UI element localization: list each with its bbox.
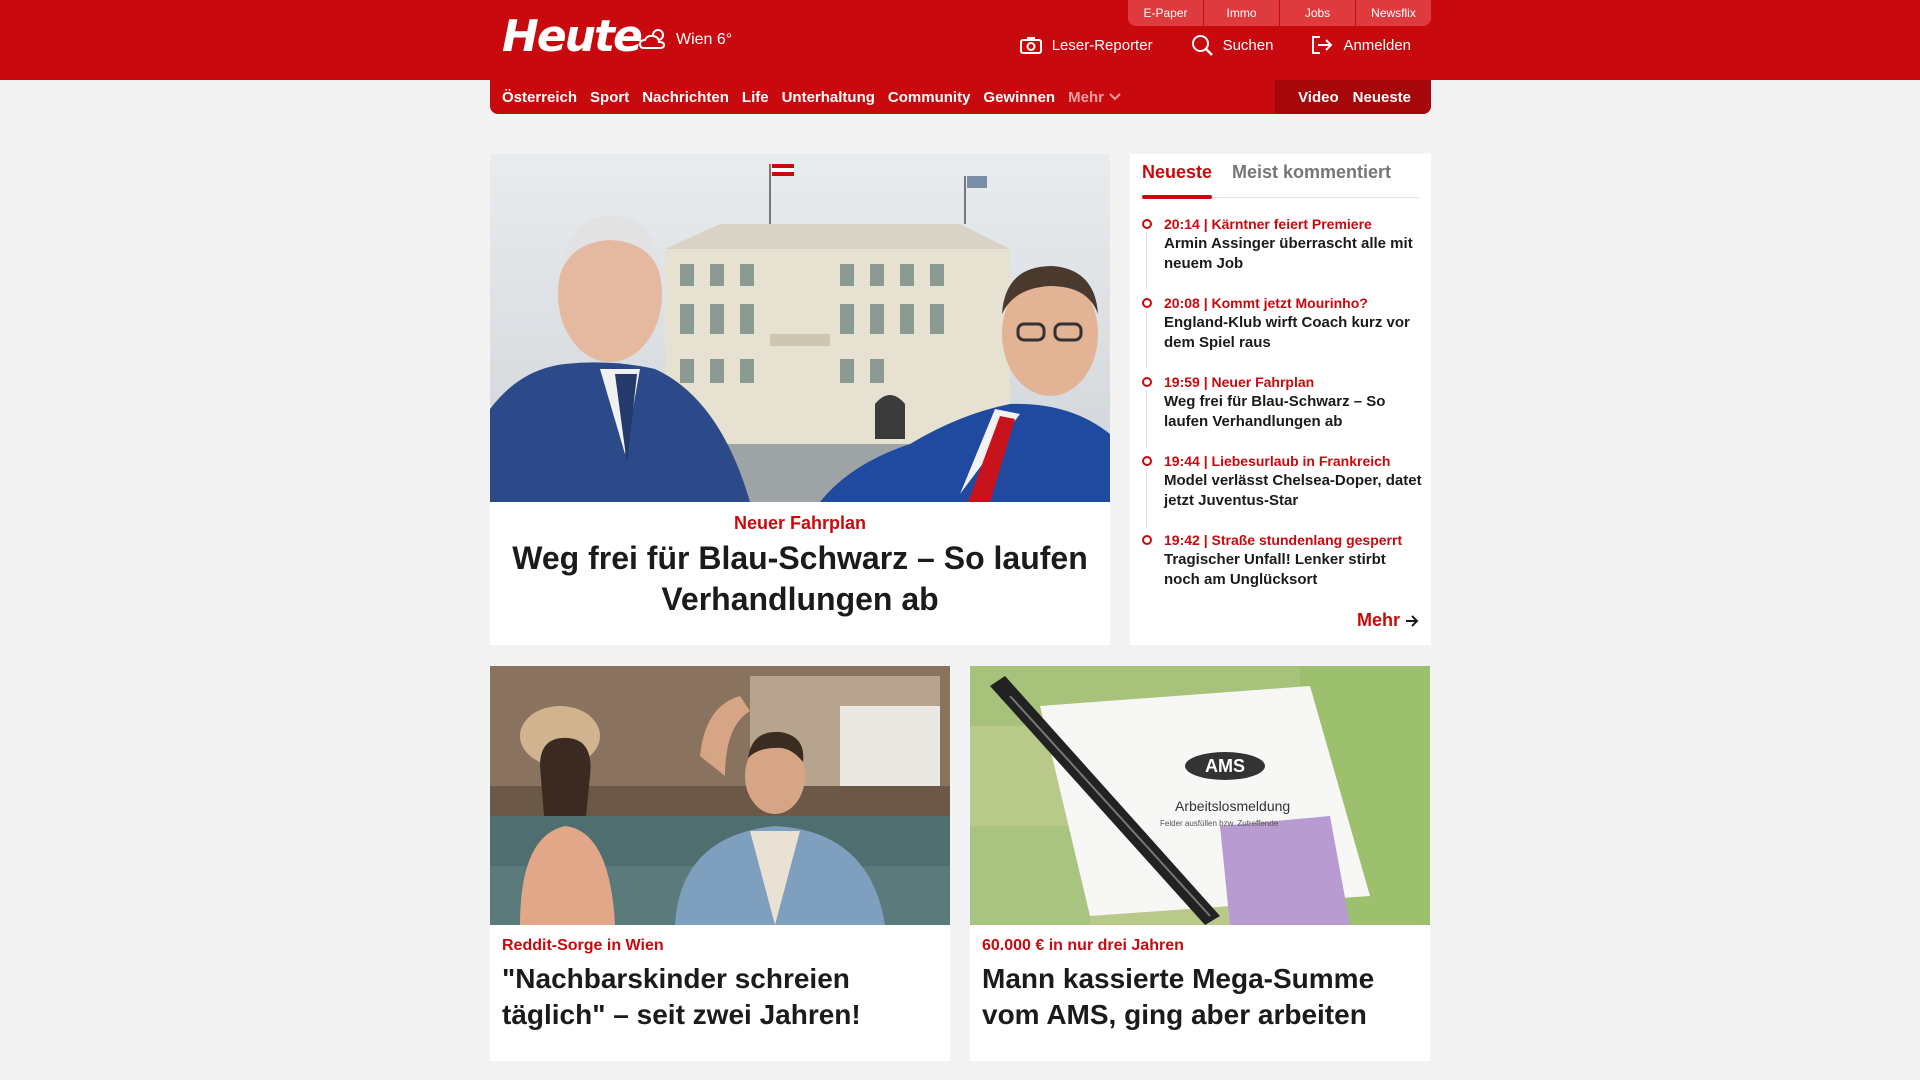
leser-reporter-button[interactable]: Leser-Reporter: [1019, 36, 1153, 54]
topbar-immo-link[interactable]: Immo: [1204, 0, 1279, 26]
arrow-right-icon: [1406, 614, 1419, 627]
timeline-dot: [1142, 456, 1152, 466]
neighbors-photo: [490, 666, 950, 925]
cloud-sun-icon: [638, 29, 666, 49]
card-kicker: 60.000 € in nur drei Jahren: [982, 937, 1184, 954]
list-item[interactable]: 19:44 | Liebesurlaub in Frankreich Model…: [1142, 451, 1422, 530]
nav-more-dropdown[interactable]: Mehr: [1068, 89, 1122, 106]
hero-photo: [490, 154, 1110, 502]
news-title: Weg frei für Blau-Schwarz – So laufen Ve…: [1164, 393, 1386, 430]
timeline-dot: [1142, 298, 1152, 308]
news-kicker: Liebesurlaub in Frankreich: [1211, 453, 1391, 469]
ams-logo-text: AMS: [1205, 756, 1245, 776]
search-button[interactable]: Suchen: [1191, 34, 1274, 56]
nav-item-gewinnen[interactable]: Gewinnen: [983, 89, 1055, 106]
ams-form-note: Felder ausfüllen bzw. Zutreffende: [1160, 819, 1279, 828]
timeline-line: [1146, 390, 1147, 448]
nav-item-nachrichten[interactable]: Nachrichten: [642, 89, 729, 106]
site-logo[interactable]: Heute: [502, 12, 643, 62]
list-item[interactable]: 19:59 | Neuer Fahrplan Weg frei für Blau…: [1142, 372, 1422, 451]
news-title: Model verlässt Chelsea-Doper, datet jetz…: [1164, 472, 1422, 509]
news-kicker: Kärntner feiert Premiere: [1211, 216, 1372, 232]
news-list: 20:14 | Kärntner feiert Premiere Armin A…: [1142, 214, 1422, 609]
news-title: England-Klub wirft Coach kurz vor dem Sp…: [1164, 314, 1410, 351]
nav-item-unterhaltung[interactable]: Unterhaltung: [782, 89, 875, 106]
nav-right: Video Neueste: [1275, 80, 1431, 114]
nav-neueste-link[interactable]: Neueste: [1353, 89, 1411, 106]
news-meta: 20:14 | Kärntner feiert Premiere: [1164, 216, 1372, 232]
login-button[interactable]: Anmelden: [1311, 35, 1411, 55]
article-card[interactable]: AMS Arbeitslosmeldung Felder ausfüllen b…: [970, 666, 1430, 1061]
timeline-dot: [1142, 219, 1152, 229]
timeline-line: [1146, 469, 1147, 527]
latest-news-panel: Neueste Meist kommentiert 20:14 | Kärntn…: [1130, 154, 1431, 645]
news-time: 19:42: [1164, 532, 1200, 548]
news-meta: 19:42 | Straße stundenlang gesperrt: [1164, 532, 1403, 548]
news-kicker: Straße stundenlang gesperrt: [1211, 532, 1403, 548]
more-news-link[interactable]: Mehr: [1357, 610, 1419, 631]
nav-categories: Österreich Sport Nachrichten Life Unterh…: [502, 80, 1135, 114]
login-label: Anmelden: [1343, 36, 1411, 54]
nav-item-life[interactable]: Life: [742, 89, 769, 106]
news-title: Tragischer Unfall! Lenker stirbt noch am…: [1164, 551, 1386, 588]
news-kicker: Neuer Fahrplan: [1211, 374, 1315, 390]
list-item[interactable]: 20:14 | Kärntner feiert Premiere Armin A…: [1142, 214, 1422, 293]
topbar: E-Paper Immo Jobs Newsflix: [1127, 0, 1431, 26]
list-item[interactable]: 20:08 | Kommt jetzt Mourinho? England-Kl…: [1142, 293, 1422, 372]
search-label: Suchen: [1222, 36, 1274, 54]
header-inner: Heute Wien 6° E-Paper Immo Jobs Newsflix…: [490, 0, 1431, 80]
timeline-dot: [1142, 377, 1152, 387]
ams-money-photo: AMS Arbeitslosmeldung Felder ausfüllen b…: [970, 666, 1430, 925]
login-icon: [1312, 36, 1333, 54]
nav-item-community[interactable]: Community: [888, 89, 971, 106]
hero-kicker: Neuer Fahrplan: [733, 513, 867, 533]
more-news-label: Mehr: [1356, 610, 1400, 630]
card-kicker: Reddit-Sorge in Wien: [502, 937, 664, 954]
nav-item-oesterreich[interactable]: Österreich: [502, 89, 577, 106]
tab-meist-kommentiert[interactable]: Meist kommentiert: [1232, 162, 1391, 183]
news-kicker: Kommt jetzt Mourinho?: [1211, 295, 1368, 311]
topbar-epaper-link[interactable]: E-Paper: [1128, 0, 1203, 26]
weather-label: Wien 6°: [676, 31, 733, 48]
news-time: 20:08: [1164, 295, 1200, 311]
camera-icon: [1019, 37, 1042, 54]
ams-form-title: Arbeitslosmeldung: [1175, 798, 1290, 814]
news-time: 19:44: [1164, 453, 1200, 469]
news-meta: 19:59 | Neuer Fahrplan: [1164, 374, 1315, 390]
article-card-image[interactable]: AMS Arbeitslosmeldung Felder ausfüllen b…: [970, 666, 1430, 925]
site-header: Heute Wien 6° E-Paper Immo Jobs Newsflix…: [0, 0, 1920, 80]
nav-more-label: Mehr: [1068, 88, 1104, 106]
list-item[interactable]: 19:42 | Straße stundenlang gesperrt Trag…: [1142, 530, 1422, 609]
weather-widget[interactable]: Wien 6°: [638, 26, 732, 54]
timeline-line: [1146, 311, 1147, 369]
nav-video-link[interactable]: Video: [1298, 89, 1339, 106]
news-time: 19:59: [1164, 374, 1200, 390]
hero-article[interactable]: Neuer Fahrplan Weg frei für Blau-Schwarz…: [490, 154, 1110, 645]
nav-item-sport[interactable]: Sport: [590, 89, 629, 106]
news-title: Armin Assinger überrascht alle mit neuem…: [1164, 235, 1413, 272]
article-card[interactable]: Reddit-Sorge in Wien "Nachbarskinder sch…: [490, 666, 950, 1061]
sidebar-tabs: Neueste Meist kommentiert: [1142, 162, 1419, 199]
search-icon: [1191, 35, 1213, 56]
timeline-line: [1146, 232, 1147, 290]
hero-title[interactable]: Weg frei für Blau-Schwarz – So laufen Ve…: [490, 534, 1110, 620]
leser-reporter-label: Leser-Reporter: [1051, 36, 1153, 54]
news-meta: 19:44 | Liebesurlaub in Frankreich: [1164, 453, 1391, 469]
article-card-image[interactable]: [490, 666, 950, 925]
card-title[interactable]: Mann kassierte Mega-Summe vom AMS, ging …: [970, 955, 1430, 1033]
tab-neueste[interactable]: Neueste: [1142, 162, 1213, 199]
timeline-dot: [1142, 535, 1152, 545]
topbar-newsflix-link[interactable]: Newsflix: [1356, 0, 1431, 26]
hero-image[interactable]: [490, 154, 1110, 502]
news-time: 20:14: [1164, 216, 1200, 232]
header-tools: Leser-Reporter Suchen Anmelden: [982, 34, 1411, 56]
news-meta: 20:08 | Kommt jetzt Mourinho?: [1164, 295, 1368, 311]
card-title[interactable]: "Nachbarskinder schreien täglich" – seit…: [490, 955, 950, 1033]
main-nav: Österreich Sport Nachrichten Life Unterh…: [490, 80, 1431, 114]
topbar-jobs-link[interactable]: Jobs: [1280, 0, 1355, 26]
chevron-down-icon: [1109, 93, 1121, 101]
